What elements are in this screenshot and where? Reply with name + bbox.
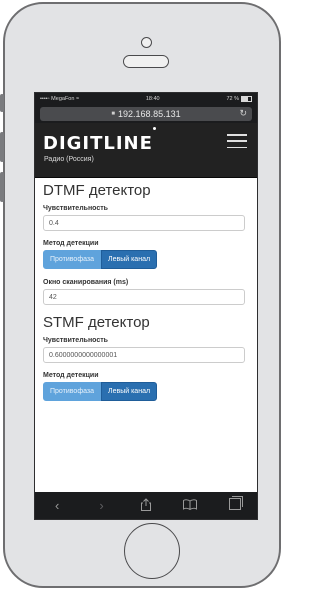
stmf-method-group: Противофаза Левый канал — [43, 382, 249, 401]
battery-indicator: 72 % — [226, 96, 252, 102]
status-bar: ••••◦ MegaFon ≈ 18:40 72 % — [35, 93, 257, 105]
dtmf-method-left-channel-button[interactable]: Левый канал — [101, 250, 158, 269]
browser-toolbar: ‹ › — [35, 492, 257, 519]
dtmf-method-label: Метод детекции — [43, 240, 99, 247]
dtmf-window-input[interactable]: 42 — [43, 289, 245, 305]
phone-screen: ••••◦ MegaFon ≈ 18:40 72 % ■ 192.168.85.… — [34, 92, 258, 520]
stmf-sensitivity-input[interactable]: 0.6000000000000001 — [43, 347, 245, 363]
time-label: 18:40 — [145, 96, 160, 102]
volume-down-button — [0, 172, 4, 202]
digitline-logo[interactable]: DIGITLINE — [43, 133, 153, 154]
stmf-method-label: Метод детекции — [43, 372, 99, 379]
carrier-label: ••••◦ MegaFon ≈ — [40, 96, 79, 102]
mute-switch — [0, 94, 4, 112]
site-navbar: DIGITLINE Радио (Россия) — [35, 123, 257, 178]
stmf-sensitivity-label: Чувствительность — [43, 337, 108, 344]
phone-frame: ••••◦ MegaFon ≈ 18:40 72 % ■ 192.168.85.… — [0, 2, 281, 588]
main-content: DTMF детектор Чувствительность 0.4 Метод… — [35, 178, 257, 413]
battery-icon — [240, 96, 252, 102]
lock-icon: ■ — [111, 111, 116, 117]
reload-icon[interactable]: ↻ — [239, 108, 247, 119]
dtmf-window-label: Окно сканирования (ms) — [43, 279, 129, 286]
tabs-icon[interactable] — [225, 496, 245, 513]
dtmf-method-group: Противофаза Левый канал — [43, 250, 249, 269]
hamburger-menu-icon[interactable] — [227, 134, 247, 148]
back-icon[interactable]: ‹ — [47, 498, 67, 513]
dtmf-sensitivity-label: Чувствительность — [43, 205, 108, 212]
bookmarks-icon[interactable] — [180, 498, 200, 513]
stmf-method-left-channel-button[interactable]: Левый канал — [101, 382, 158, 401]
home-button[interactable] — [124, 523, 180, 579]
share-icon[interactable] — [136, 497, 156, 514]
dtmf-sensitivity-input[interactable]: 0.4 — [43, 215, 245, 231]
site-subtitle: Радио (Россия) — [44, 156, 94, 163]
speaker-grille — [123, 55, 169, 68]
stmf-method-antiphase-button[interactable]: Противофаза — [43, 382, 101, 401]
volume-up-button — [0, 132, 4, 162]
dtmf-section-title: DTMF детектор — [43, 182, 151, 199]
browser-address-bar: ■ 192.168.85.131 ↻ — [35, 105, 257, 123]
wifi-icon: ≈ — [75, 96, 79, 102]
url-field[interactable]: ■ 192.168.85.131 ↻ — [40, 107, 252, 121]
forward-icon[interactable]: › — [92, 498, 112, 513]
url-text: 192.168.85.131 — [118, 109, 181, 119]
dtmf-method-antiphase-button[interactable]: Противофаза — [43, 250, 101, 269]
logo-dot — [153, 127, 156, 130]
front-camera-icon — [141, 37, 152, 48]
stmf-section-title: STMF детектор — [43, 314, 150, 331]
